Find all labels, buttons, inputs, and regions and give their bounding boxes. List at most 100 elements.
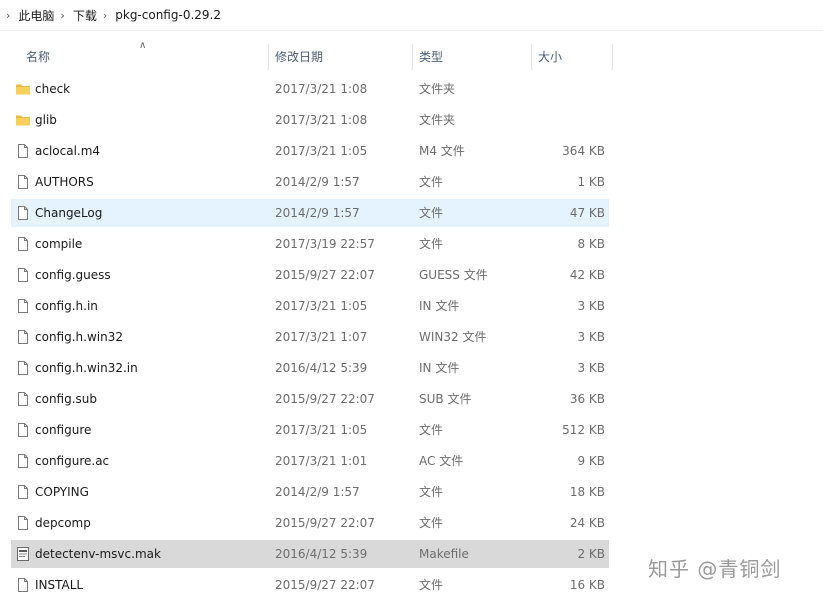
file-row[interactable]: config.h.win32 2017/3/21 1:07 WIN32 文件 3 KB	[11, 323, 609, 351]
file-size: 24 KB	[570, 509, 605, 537]
file-icon	[15, 577, 31, 593]
file-size: 47 KB	[570, 199, 605, 227]
file-name: config.h.win32	[35, 323, 123, 351]
column-header-name[interactable]: 名称	[20, 40, 268, 72]
file-name: aclocal.m4	[35, 137, 100, 165]
file-name: config.guess	[35, 261, 111, 289]
file-type: 文件夹	[419, 106, 455, 134]
file-type: M4 文件	[419, 137, 465, 165]
file-size: 3 KB	[577, 323, 605, 351]
column-divider[interactable]	[612, 44, 613, 70]
file-name: depcomp	[35, 509, 91, 537]
chevron-right-icon[interactable]: ›	[103, 9, 107, 22]
file-type: 文件	[419, 478, 443, 506]
breadcrumb-this-pc[interactable]: 此电脑	[18, 7, 54, 24]
file-row[interactable]: configure 2017/3/21 1:05 文件 512 KB	[11, 416, 609, 444]
file-icon	[15, 360, 31, 376]
file-type: IN 文件	[419, 354, 459, 382]
file-date: 2017/3/21 1:08	[275, 106, 367, 134]
file-name: AUTHORS	[35, 168, 94, 196]
file-size: 9 KB	[577, 447, 605, 475]
file-type: 文件	[419, 571, 443, 599]
file-date: 2015/9/27 22:07	[275, 509, 375, 537]
file-icon	[15, 453, 31, 469]
file-name: ChangeLog	[35, 199, 102, 227]
file-row[interactable]: aclocal.m42017/3/21 1:05M4 文件364 KB	[11, 137, 609, 165]
file-size: 1 KB	[577, 168, 605, 196]
column-header-size[interactable]: 大小	[532, 40, 612, 72]
breadcrumb-downloads[interactable]: 下载	[73, 7, 97, 24]
watermark-text: 知乎 @青铜剑	[648, 553, 781, 582]
file-size: 3 KB	[577, 354, 605, 382]
file-date: 2014/2/9 1:57	[275, 168, 360, 196]
file-row[interactable]: ChangeLog 2014/2/9 1:57 文件 47 KB	[11, 199, 609, 227]
file-size: 18 KB	[570, 478, 605, 506]
file-icon	[15, 298, 31, 314]
file-row[interactable]: compile2017/3/19 22:57文件8 KB	[11, 230, 609, 258]
file-icon	[15, 205, 31, 221]
file-name: compile	[35, 230, 82, 258]
file-row[interactable]: COPYING2014/2/9 1:57文件18 KB	[11, 478, 609, 506]
file-size: 36 KB	[570, 385, 605, 413]
file-type: 文件	[419, 199, 443, 227]
file-type: 文件	[419, 416, 443, 444]
file-icon	[15, 143, 31, 159]
file-date: 2015/9/27 22:07	[275, 571, 375, 599]
file-icon	[15, 391, 31, 407]
file-size: 512 KB	[562, 416, 605, 444]
file-row[interactable]: config.h.win32.in2016/4/12 5:39IN 文件3 KB	[11, 354, 609, 382]
file-date: 2014/2/9 1:57	[275, 199, 360, 227]
file-row[interactable]: detectenv-msvc.mak2016/4/12 5:39Makefile…	[11, 540, 609, 568]
file-name: detectenv-msvc.mak	[35, 540, 161, 568]
file-date: 2017/3/21 1:07	[275, 323, 367, 351]
file-date: 2017/3/21 1:08	[275, 75, 367, 103]
chevron-right-icon[interactable]: ›	[60, 9, 64, 22]
file-date: 2017/3/19 22:57	[275, 230, 375, 258]
file-row[interactable]: AUTHORS 2014/2/9 1:57 文件 1 KB	[11, 168, 609, 196]
file-name: glib	[35, 106, 57, 134]
file-icon	[15, 267, 31, 283]
file-type: WIN32 文件	[419, 323, 486, 351]
file-name: INSTALL	[35, 571, 83, 599]
file-date: 2017/3/21 1:05	[275, 416, 367, 444]
file-row[interactable]: depcomp 2015/9/27 22:07 文件 24 KB	[11, 509, 609, 537]
file-size: 3 KB	[577, 292, 605, 320]
file-row[interactable]: config.guess2015/9/27 22:07GUESS 文件42 KB	[11, 261, 609, 289]
makefile-icon	[15, 546, 31, 562]
column-header-date[interactable]: 修改日期	[269, 40, 412, 72]
file-icon	[15, 484, 31, 500]
file-name: check	[35, 75, 70, 103]
file-date: 2015/9/27 22:07	[275, 261, 375, 289]
file-type: 文件	[419, 168, 443, 196]
column-header-row: ∧ 名称 修改日期 类型 大小	[0, 40, 823, 72]
file-name: config.h.in	[35, 292, 98, 320]
file-icon	[15, 329, 31, 345]
breadcrumb-current-folder[interactable]: pkg-config-0.29.2	[115, 8, 221, 22]
file-size: 16 KB	[570, 571, 605, 599]
file-name: config.h.win32.in	[35, 354, 138, 382]
file-type: IN 文件	[419, 292, 459, 320]
file-name: configure.ac	[35, 447, 109, 475]
folder-icon	[15, 112, 31, 128]
file-row[interactable]: configure.ac2017/3/21 1:01AC 文件9 KB	[11, 447, 609, 475]
file-row[interactable]: check 2017/3/21 1:08 文件夹	[11, 75, 609, 103]
file-icon	[15, 515, 31, 531]
chevron-right-icon[interactable]: ›	[6, 9, 10, 22]
file-date: 2017/3/21 1:01	[275, 447, 367, 475]
file-size: 2 KB	[577, 540, 605, 568]
file-row[interactable]: config.sub2015/9/27 22:07SUB 文件36 KB	[11, 385, 609, 413]
file-name: configure	[35, 416, 91, 444]
file-type: 文件	[419, 230, 443, 258]
file-type: 文件	[419, 509, 443, 537]
file-size: 364 KB	[562, 137, 605, 165]
file-type: GUESS 文件	[419, 261, 488, 289]
file-date: 2017/3/21 1:05	[275, 292, 367, 320]
file-row[interactable]: INSTALL 2015/9/27 22:07 文件 16 KB	[11, 571, 609, 599]
file-icon	[15, 236, 31, 252]
file-row[interactable]: glib 2017/3/21 1:08 文件夹	[11, 106, 609, 134]
file-row[interactable]: config.h.in 2017/3/21 1:05 IN 文件 3 KB	[11, 292, 609, 320]
column-header-type[interactable]: 类型	[413, 40, 531, 72]
file-name: config.sub	[35, 385, 97, 413]
file-type: 文件夹	[419, 75, 455, 103]
file-type: SUB 文件	[419, 385, 471, 413]
